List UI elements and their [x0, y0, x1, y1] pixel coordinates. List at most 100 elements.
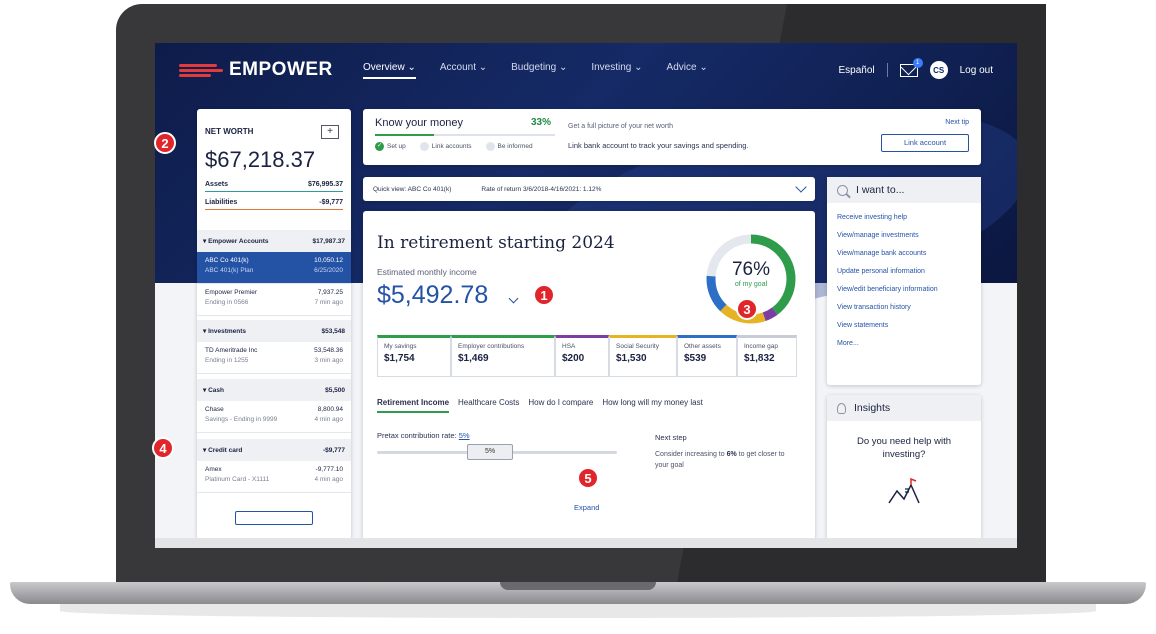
link-update-personal-info[interactable]: Update personal information	[837, 267, 971, 276]
monthly-income-value[interactable]: $5,492.78	[377, 281, 488, 310]
growth-illustration-icon	[888, 477, 920, 504]
tab-how-do-i-compare[interactable]: How do I compare	[528, 398, 593, 413]
divider	[886, 63, 888, 77]
add-account-button[interactable]: +	[321, 125, 339, 139]
assets-row[interactable]: Assets $76,995.37	[205, 181, 343, 192]
quick-view-account: Quick view: ABC Co 401(k)	[373, 185, 452, 193]
pretax-link[interactable]: 5%	[459, 431, 470, 440]
insights-panel: Insights Do you need help with investing…	[827, 395, 981, 538]
kym-detail: Link bank account to track your savings …	[568, 141, 749, 150]
empower-logo[interactable]: EMPOWER	[179, 59, 363, 81]
account-meta: 4 min ago	[314, 476, 343, 483]
next-tip-link[interactable]: Next tip	[945, 119, 969, 126]
link-manage-bank-accounts[interactable]: View/manage bank accounts	[837, 249, 971, 258]
pending-icon	[485, 142, 495, 151]
account-meta: 7 min ago	[314, 299, 343, 306]
category-value: $1,469	[458, 353, 489, 364]
topbar-actions: Español 1 CS Log out	[838, 57, 993, 79]
logout-link[interactable]: Log out	[960, 65, 993, 76]
net-worth-value: $67,218.37	[205, 147, 316, 172]
account-item[interactable]: ABC Co 401(k) 10,050.12 ABC 401(k) Plan 6/…	[197, 252, 351, 284]
contribution-slider-handle[interactable]: 5%	[467, 444, 513, 460]
app-screen: EMPOWER Overview ⌄ Account ⌄ Budgeting ⌄…	[155, 43, 1017, 538]
kym-progress-bar	[375, 134, 555, 136]
net-worth-more-button[interactable]	[235, 511, 313, 525]
top-navigation-bar: EMPOWER Overview ⌄ Account ⌄ Budgeting ⌄…	[155, 43, 1017, 97]
link-transaction-history[interactable]: View transaction history	[837, 303, 971, 312]
step-setup[interactable]: ✓ Set up	[375, 142, 406, 151]
category-other-assets[interactable]: Other assets $539	[677, 335, 737, 377]
tab-retirement-income[interactable]: Retirement Income	[377, 398, 450, 413]
screen-bottom-bezel	[155, 538, 1017, 548]
retirement-title: In retirement starting 2024	[377, 233, 615, 253]
link-edit-beneficiary[interactable]: View/edit beneficiary information	[837, 285, 971, 294]
insights-header: Insights	[827, 395, 981, 421]
link-manage-investments[interactable]: View/manage investments	[837, 231, 971, 240]
category-my-savings[interactable]: My savings $1,754	[377, 335, 451, 377]
link-account-button[interactable]: Link account	[881, 134, 969, 152]
insights-question[interactable]: Do you need help with investing?	[827, 421, 981, 461]
nav-overview[interactable]: Overview ⌄	[363, 62, 416, 79]
category-employer[interactable]: Employer contributions $1,469	[451, 335, 555, 377]
goal-readout: 76% of my goal	[703, 259, 799, 288]
account-value: -9,777.10	[315, 466, 343, 473]
laptop-notch	[500, 582, 656, 590]
callout-5: 5	[577, 467, 599, 489]
category-label: Employer contributions	[458, 343, 525, 350]
chevron-down-icon[interactable]	[508, 293, 519, 304]
step-link-accounts[interactable]: Link accounts	[419, 142, 472, 151]
account-value: 53,548.36	[314, 347, 343, 354]
step-label: Link accounts	[431, 143, 472, 150]
tab-how-long-money-last[interactable]: How long will my money last	[602, 398, 702, 413]
quick-view-rate: Rate of return 3/6/2018-4/16/2021: 1.12%	[481, 185, 602, 193]
callout-4: 4	[152, 437, 174, 459]
section-empower-accounts[interactable]: ▾ Empower Accounts $17,987.37	[197, 230, 351, 252]
nav-advice[interactable]: Advice ⌄	[667, 62, 708, 79]
account-sub: Platinum Card - X1111	[205, 476, 270, 483]
avatar[interactable]: CS	[929, 61, 948, 79]
expand-link[interactable]: Expand	[574, 503, 599, 512]
notification-badge: 1	[912, 57, 923, 68]
kym-progress-fill	[375, 134, 435, 136]
link-statements[interactable]: View statements	[837, 321, 971, 330]
account-item[interactable]: Amex -9,777.10 Platinum Card - X1111 4 min…	[197, 461, 351, 493]
account-meta: 6/25/2020	[314, 267, 343, 274]
nav-account[interactable]: Account ⌄	[440, 62, 487, 79]
main-nav: Overview ⌄ Account ⌄ Budgeting ⌄ Investi…	[363, 62, 708, 79]
account-item[interactable]: Empower Premier 7,937.25 Ending in 0566 7 …	[197, 284, 351, 316]
mail-icon[interactable]: 1	[899, 57, 923, 77]
category-income-gap[interactable]: Income gap $1,832	[737, 335, 797, 377]
i-want-to-links: Receive investing help View/manage inves…	[827, 203, 981, 348]
i-want-to-panel: I want to... Receive investing help View…	[827, 177, 981, 385]
assets-value: $76,995.37	[307, 181, 343, 188]
liabilities-row[interactable]: Liabilities -$9,777	[205, 199, 343, 210]
retirement-tabs: Retirement Income Healthcare Costs How d…	[377, 398, 703, 413]
account-name: TD Ameritrade Inc	[205, 347, 258, 354]
callout-2: 2	[154, 132, 176, 154]
goal-percent: 76%	[731, 259, 771, 280]
account-sub: Ending in 1255	[205, 357, 249, 364]
link-more[interactable]: More...	[837, 339, 971, 348]
step-be-informed[interactable]: Be informed	[485, 142, 533, 151]
kym-steps: ✓ Set up Link accounts Be informed	[375, 142, 533, 151]
nav-budgeting[interactable]: Budgeting ⌄	[511, 62, 567, 79]
section-value: $5,500	[325, 386, 345, 394]
account-meta: 3 min ago	[314, 357, 343, 364]
link-receive-investing-help[interactable]: Receive investing help	[837, 213, 971, 222]
account-name: Empower Premier	[205, 289, 258, 296]
pretax-label: Pretax contribution rate:	[377, 431, 457, 440]
nav-investing[interactable]: Investing ⌄	[591, 62, 642, 79]
language-link[interactable]: Español	[838, 65, 874, 76]
account-item[interactable]: Chase 8,800.94 Savings - Ending in 9999 4 …	[197, 401, 351, 433]
category-social-security[interactable]: Social Security $1,530	[609, 335, 677, 377]
category-hsa[interactable]: HSA $200	[555, 335, 609, 377]
section-cash[interactable]: ▾ Cash $5,500	[197, 379, 351, 401]
section-credit-card[interactable]: ▾ Credit card -$9,777	[197, 439, 351, 461]
account-item[interactable]: TD Ameritrade Inc 53,548.36 Ending in 125…	[197, 342, 351, 374]
quick-view-dropdown[interactable]: Quick view: ABC Co 401(k) Rate of return…	[363, 177, 815, 201]
net-worth-card: NET WORTH + $67,218.37 Assets $76,995.37…	[197, 109, 351, 538]
account-value: 7,937.25	[317, 289, 343, 296]
tab-healthcare-costs[interactable]: Healthcare Costs	[458, 398, 519, 413]
callout-3: 3	[736, 298, 758, 320]
section-investments[interactable]: ▾ Investments $53,548	[197, 320, 351, 342]
